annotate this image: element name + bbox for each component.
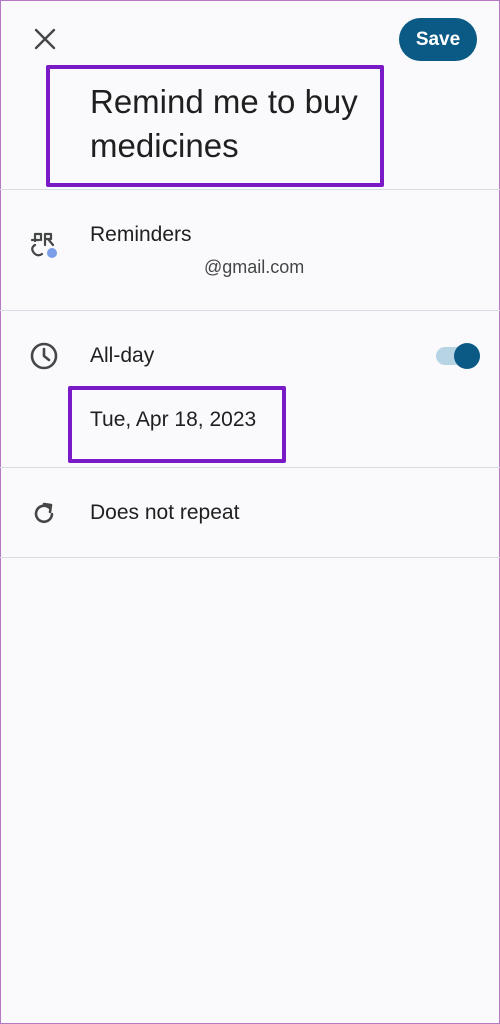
reminder-title[interactable]: Remind me to buy medicines [90, 80, 380, 168]
divider [0, 467, 500, 468]
date-field[interactable]: Tue, Apr 18, 2023 [90, 408, 256, 432]
divider [0, 557, 500, 558]
repeat-icon [26, 496, 62, 532]
save-button[interactable]: Save [399, 18, 477, 61]
repeat-option[interactable]: Does not repeat [90, 501, 239, 525]
account-email: @gmail.com [204, 257, 305, 277]
all-day-toggle[interactable] [436, 341, 482, 371]
divider [0, 189, 500, 190]
close-button[interactable] [24, 18, 66, 60]
calendar-name: Reminders [90, 223, 192, 246]
close-icon [34, 28, 56, 50]
clock-icon [26, 338, 62, 374]
toggle-thumb [454, 343, 480, 369]
divider [0, 310, 500, 311]
reminders-icon [26, 226, 62, 262]
all-day-label: All-day [90, 344, 155, 367]
